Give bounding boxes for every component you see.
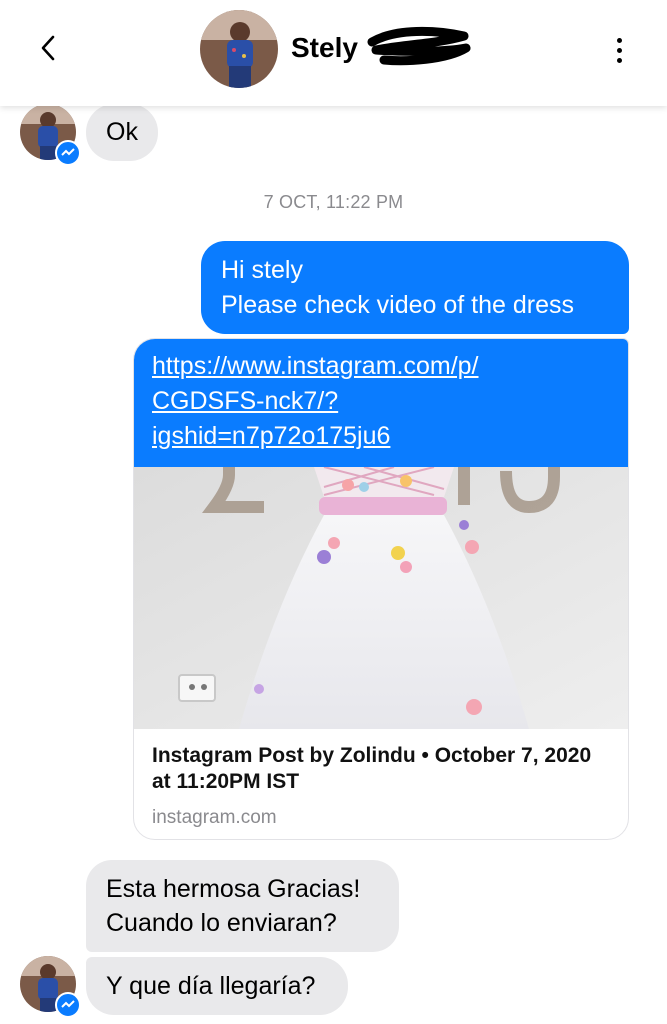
link-preview-card[interactable]: https://www.instagram.com/p/ CGDSFS-nck7… bbox=[133, 338, 629, 840]
message-bubble-incoming[interactable]: Y que día llegaría? bbox=[86, 957, 348, 1015]
more-options-button[interactable] bbox=[604, 32, 634, 68]
message-text-line: Cuando lo enviaran? bbox=[106, 909, 337, 937]
message-text: Ok bbox=[106, 118, 138, 146]
link-url-line[interactable]: CGDSFS-nck7/? bbox=[152, 384, 610, 419]
message-bubble-outgoing[interactable]: Hi stely Please check video of the dress bbox=[201, 241, 629, 334]
back-chevron-icon bbox=[41, 35, 55, 61]
message-text-line: Please check video of the dress bbox=[221, 291, 574, 319]
chat-header: Stely bbox=[0, 0, 667, 106]
back-button[interactable] bbox=[30, 30, 66, 66]
link-preview-domain: instagram.com bbox=[152, 807, 277, 828]
message-bubble-incoming[interactable]: Ok bbox=[86, 104, 158, 161]
redaction-scribble bbox=[367, 26, 471, 66]
messenger-badge-icon bbox=[55, 140, 81, 166]
message-bubble-incoming[interactable]: Esta hermosa Gracias! Cuando lo enviaran… bbox=[86, 860, 399, 952]
contact-avatar[interactable] bbox=[200, 10, 278, 88]
link-preview-info[interactable]: Instagram Post by Zolindu • October 7, 2… bbox=[134, 729, 628, 839]
message-text: Y que día llegaría? bbox=[106, 972, 316, 1000]
link-preview-image[interactable] bbox=[134, 467, 628, 729]
link-url-bubble[interactable]: https://www.instagram.com/p/ CGDSFS-nck7… bbox=[134, 339, 628, 467]
more-vertical-icon bbox=[616, 37, 622, 43]
link-url-line[interactable]: https://www.instagram.com/p/ bbox=[152, 349, 610, 384]
message-text-line: Hi stely bbox=[221, 256, 303, 284]
link-preview-title: Instagram Post by Zolindu • October 7, 2… bbox=[152, 744, 592, 793]
messenger-badge-icon bbox=[55, 992, 81, 1018]
contact-name[interactable]: Stely bbox=[291, 30, 358, 66]
link-url-line[interactable]: igshid=n7p72o175ju6 bbox=[152, 419, 610, 454]
message-text-line: Esta hermosa Gracias! bbox=[106, 875, 361, 903]
timestamp: 7 OCT, 11:22 PM bbox=[263, 192, 404, 212]
